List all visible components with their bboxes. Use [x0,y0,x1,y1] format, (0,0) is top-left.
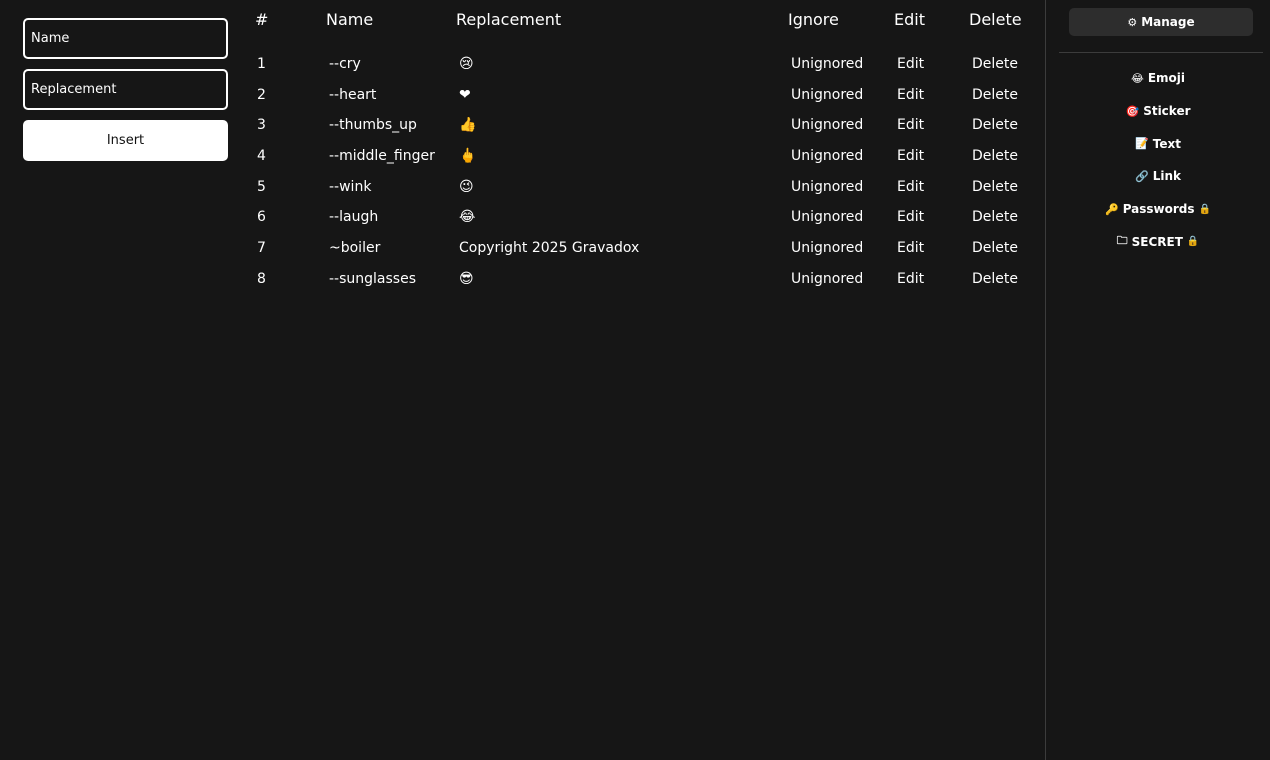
lock-icon: 🔒 [1198,203,1211,215]
ignore-toggle[interactable]: Unignored [791,240,863,256]
row-replacement: 😉 [459,178,474,195]
ignore-toggle[interactable]: Unignored [791,56,863,72]
table-body: 1 --cry 😢 Unignored Edit Delete 2 --heart ❤ Unign… [240,50,1045,296]
row-name: --cry [329,56,361,72]
row-number: 3 [257,117,266,134]
sidebar-menu: 😂 Emoji 🎯 Sticker 📝 Text 🔗 Link 🔑 Passwords 🔒 🗀 SECR… [1046,62,1270,258]
edit-button[interactable]: Edit [897,148,924,164]
delete-button[interactable]: Delete [972,240,1018,256]
replacements-table: # Name Replacement Ignore Edit Delete 1 -… [240,0,1045,287]
row-replacement: 😢 [459,56,474,72]
row-replacement: 😎 [459,270,474,287]
sidebar-item-text[interactable]: 📝 Text [1046,127,1270,160]
edit-button[interactable]: Edit [897,209,924,225]
delete-button[interactable]: Delete [972,56,1018,72]
row-number: 7 [257,240,266,257]
sticker-icon: 🎯 [1125,104,1140,118]
text-icon: 📝 [1135,137,1149,151]
row-replacement: Copyright 2025 Gravadox [459,240,640,257]
header-replacement: Replacement [456,10,562,29]
link-icon: 🔗 [1135,169,1149,183]
edit-button[interactable]: Edit [897,271,924,287]
folder-icon: 🗀 [1116,234,1128,248]
sidebar-item-label: Text [1152,136,1181,151]
table-row: 6 --laugh 😂 Unignored Edit Delete [240,203,1045,234]
row-name: --thumbs_up [329,117,417,134]
row-replacement: 😂 [459,209,476,226]
sidebar: ⚙ Manage 😂 Emoji 🎯 Sticker 📝 Text 🔗 Link 🔑 Passwo… [1046,0,1270,760]
sidebar-item-secret[interactable]: 🗀 SECRET 🔒 [1046,225,1270,258]
sidebar-item-label: Link [1152,169,1181,184]
sidebar-item-link[interactable]: 🔗 Link [1046,160,1270,193]
edit-button[interactable]: Edit [897,117,924,133]
delete-button[interactable]: Delete [972,117,1018,133]
delete-button[interactable]: Delete [972,271,1018,287]
gear-icon: ⚙ [1127,15,1138,29]
row-name: --middle_finger [329,148,435,165]
ignore-toggle[interactable]: Unignored [791,179,863,195]
edit-button[interactable]: Edit [897,87,924,103]
sidebar-divider [1059,52,1263,53]
row-replacement: 🖕 [459,148,477,165]
insert-form: Insert [23,18,228,161]
table-row: 5 --wink 😉 Unignored Edit Delete [240,173,1045,204]
table-row: 8 --sunglasses 😎 Unignored Edit Delete [240,265,1045,296]
row-name: --heart [329,86,377,103]
table-row: 1 --cry 😢 Unignored Edit Delete [240,50,1045,81]
header-name: Name [326,10,374,29]
sidebar-item-label: SECRET [1131,234,1183,249]
delete-button[interactable]: Delete [972,148,1018,164]
delete-button[interactable]: Delete [972,209,1018,225]
sidebar-item-sticker[interactable]: 🎯 Sticker [1046,95,1270,128]
name-input[interactable] [23,18,228,59]
row-number: 4 [257,148,266,165]
header-delete: Delete [969,10,1022,29]
row-number: 2 [257,86,266,103]
header-edit: Edit [894,10,925,29]
row-number: 1 [257,56,266,72]
sidebar-item-label: Passwords [1122,202,1195,217]
table-row: 7 ~boiler Copyright 2025 Gravadox Unignored… [240,234,1045,265]
manage-label: Manage [1141,15,1195,29]
edit-button[interactable]: Edit [897,56,924,72]
row-name: --sunglasses [329,270,416,287]
row-replacement: 👍 [459,117,477,134]
ignore-toggle[interactable]: Unignored [791,271,863,287]
insert-button[interactable]: Insert [23,120,228,161]
edit-button[interactable]: Edit [897,179,924,195]
lock-icon: 🔒 [1186,236,1200,248]
key-icon: 🔑 [1105,202,1119,216]
row-name: --wink [329,178,372,195]
ignore-toggle[interactable]: Unignored [791,87,863,103]
delete-button[interactable]: Delete [972,179,1018,195]
edit-button[interactable]: Edit [897,240,924,256]
sidebar-item-label: Sticker [1143,104,1191,119]
table-header: # Name Replacement Ignore Edit Delete [240,0,1045,40]
row-number: 5 [257,178,266,195]
sidebar-item-label: Emoji [1147,71,1186,86]
table-row: 3 --thumbs_up 👍 Unignored Edit Delete [240,111,1045,142]
replacement-input[interactable] [23,69,228,110]
ignore-toggle[interactable]: Unignored [791,148,863,164]
ignore-toggle[interactable]: Unignored [791,209,863,225]
delete-button[interactable]: Delete [972,87,1018,103]
row-name: --laugh [329,209,379,226]
emoji-icon: 😂 [1130,71,1144,85]
table-row: 4 --middle_finger 🖕 Unignored Edit Delete [240,142,1045,173]
row-name: ~boiler [329,240,381,257]
row-number: 6 [257,209,266,226]
header-ignore: Ignore [788,10,839,29]
sidebar-item-passwords[interactable]: 🔑 Passwords 🔒 [1046,193,1270,226]
row-number: 8 [257,270,266,287]
row-replacement: ❤ [459,86,471,103]
sidebar-item-emoji[interactable]: 😂 Emoji [1046,62,1270,95]
ignore-toggle[interactable]: Unignored [791,117,863,133]
table-row: 2 --heart ❤ Unignored Edit Delete [240,81,1045,112]
header-number: # [255,10,269,29]
manage-button[interactable]: ⚙ Manage [1069,8,1253,36]
